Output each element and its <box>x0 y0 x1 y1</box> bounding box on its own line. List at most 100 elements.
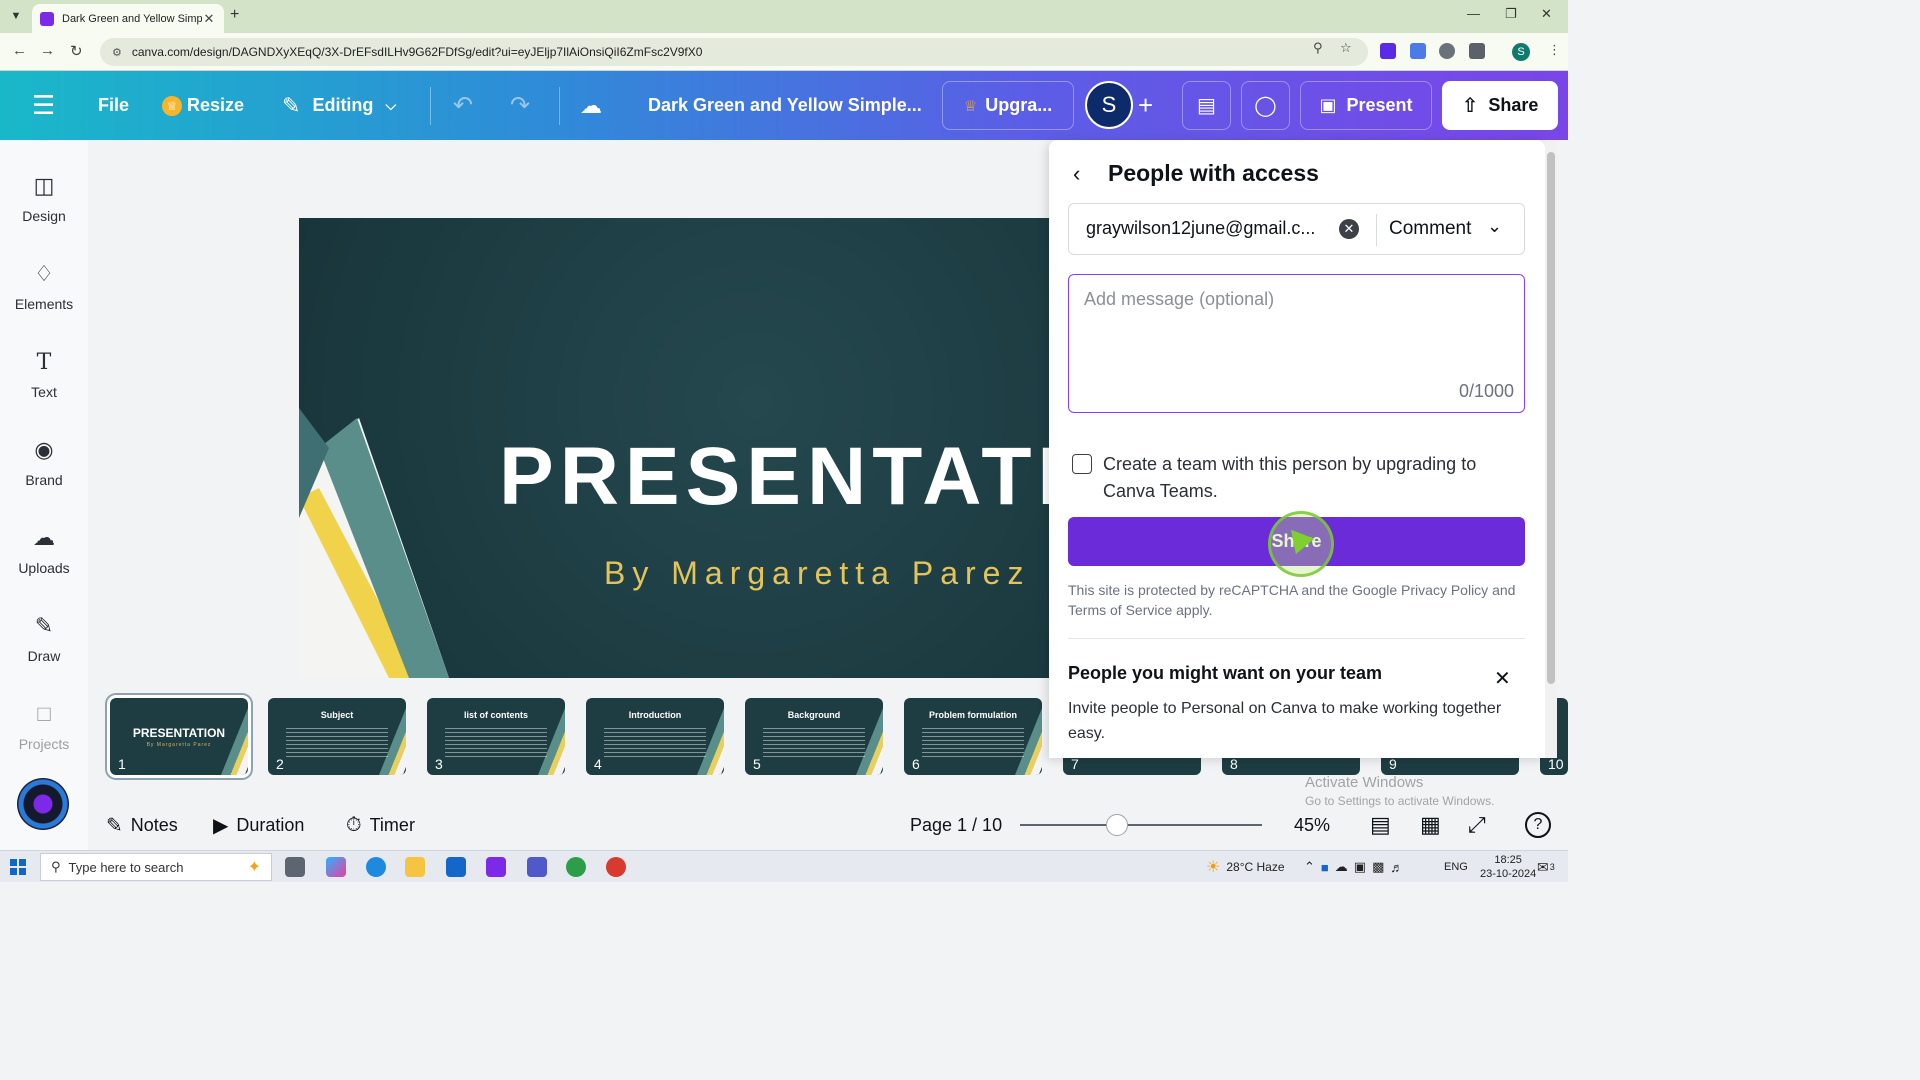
new-tab-icon[interactable]: + <box>230 6 239 24</box>
bookmark-star-icon[interactable]: ☆ <box>1340 40 1352 56</box>
sidebar-item-uploads[interactable]: ☁ Uploads <box>0 516 88 596</box>
page-indicator[interactable]: Page 1 / 10 <box>910 800 1002 850</box>
editing-label: Editing <box>312 95 374 115</box>
clear-email-icon[interactable]: ✕ <box>1339 219 1359 239</box>
editing-mode-dropdown[interactable]: ✎ Editing ⌵ <box>282 71 396 140</box>
zoom-slider-track[interactable] <box>1020 824 1262 826</box>
user-avatar[interactable]: S <box>1085 81 1133 129</box>
close-window-icon[interactable]: ✕ <box>1541 6 1552 22</box>
role-select[interactable]: Comment <box>1389 218 1471 240</box>
notification-center-icon[interactable]: ✉ 3 <box>1537 851 1555 883</box>
taskbar-clock[interactable]: 18:25 23-10-2024 <box>1480 853 1536 881</box>
sidebar-item-text[interactable]: T Text <box>0 340 88 420</box>
thumbnail-title: Subject <box>320 710 354 720</box>
thumbnail-page-1[interactable]: PRESENTATION By Margaretta Parez 1 <box>107 695 251 778</box>
forward-icon[interactable]: → <box>40 42 55 59</box>
timer-button[interactable]: ⏱ Timer <box>346 800 415 850</box>
back-icon[interactable]: ← <box>12 42 27 59</box>
share-button[interactable]: ⇧ Share <box>1442 81 1558 130</box>
notes-button[interactable]: ✎ Notes <box>106 800 178 850</box>
system-tray[interactable]: ⌃ ■ ☁ ▣ ▩ ♬ <box>1304 851 1403 883</box>
duration-button[interactable]: ▶ Duration <box>213 800 304 850</box>
redo-icon[interactable]: ↷ <box>510 71 530 140</box>
windows-taskbar: ⚲ Type here to search ✦ ☀ 28°C Haze ⌃ ■ … <box>0 850 1568 882</box>
app-icon[interactable] <box>486 857 506 877</box>
elements-icon: ♢ <box>34 261 54 286</box>
extensions-puzzle-icon[interactable] <box>1469 43 1485 59</box>
copilot-icon[interactable] <box>326 857 346 877</box>
cloud-saved-icon[interactable]: ☁ <box>580 71 602 140</box>
reload-icon[interactable]: ↻ <box>70 42 83 60</box>
duration-icon: ▶ <box>213 814 229 837</box>
sidebar-item-draw[interactable]: ✎ Draw <box>0 604 88 684</box>
canva-assistant-icon[interactable] <box>17 778 69 830</box>
sidebar-item-brand[interactable]: ◉ Brand <box>0 428 88 508</box>
file-explorer-icon[interactable] <box>405 857 425 877</box>
slide-title[interactable]: PRESENTATIO <box>499 430 1059 524</box>
file-menu[interactable]: File <box>98 71 129 140</box>
resize-button[interactable]: ♕ Resize <box>162 71 244 140</box>
minimize-icon[interactable]: — <box>1467 6 1480 21</box>
extension-icon[interactable] <box>1439 43 1455 59</box>
character-counter: 0/1000 <box>1458 381 1514 401</box>
sidebar-item-projects[interactable]: □ Projects <box>0 692 88 772</box>
tab-search-icon[interactable]: ▼ <box>6 6 26 26</box>
undo-icon[interactable]: ↶ <box>453 71 473 140</box>
chrome-icon[interactable] <box>566 857 586 877</box>
zoom-slider-handle[interactable] <box>1105 814 1128 836</box>
site-info-icon[interactable]: ⚙ <box>112 46 122 59</box>
windows-start-icon[interactable] <box>10 859 26 875</box>
back-arrow-icon[interactable]: ‹ <box>1073 158 1093 190</box>
bar-chart-icon: ▤ <box>1197 95 1216 117</box>
hamburger-menu-icon[interactable]: ☰ <box>32 71 55 140</box>
create-team-checkbox[interactable] <box>1072 454 1092 474</box>
comments-button[interactable]: ◯ <box>1241 81 1290 130</box>
sidebar-item-label: Text <box>31 384 57 400</box>
thumbnail-page-6[interactable]: Problem formulation 6 <box>904 698 1042 775</box>
insights-button[interactable]: ▤ <box>1182 81 1231 130</box>
message-input[interactable] <box>1069 275 1524 375</box>
suggestions-title: People you might want on your team <box>1068 663 1383 683</box>
restore-icon[interactable]: ❐ <box>1505 6 1517 22</box>
draw-icon: ✎ <box>34 613 54 638</box>
chevron-down-icon[interactable]: ⌄ <box>1487 216 1502 237</box>
add-collaborator-icon[interactable]: + <box>1138 71 1153 140</box>
help-button[interactable]: ? <box>1525 800 1551 850</box>
extension-icon[interactable] <box>1380 43 1396 59</box>
language-indicator[interactable]: ENG <box>1444 851 1468 883</box>
panel-scrollbar[interactable] <box>1545 140 1557 758</box>
tab-close-icon[interactable]: ✕ <box>202 11 216 27</box>
share-label: Share <box>1488 95 1539 115</box>
thumbnail-page-4[interactable]: Introduction 4 <box>586 698 724 775</box>
activate-windows-watermark: Activate Windows Go to Settings to activ… <box>1305 774 1494 808</box>
thumbnail-page-5[interactable]: Background 5 <box>745 698 883 775</box>
sidebar-item-elements[interactable]: ♢ Elements <box>0 252 88 332</box>
browser-profile-avatar[interactable]: S <box>1512 43 1530 61</box>
upgrade-button[interactable]: ♕ Upgra... <box>942 81 1074 130</box>
slide-subtitle[interactable]: By Margaretta Parez <box>604 555 1030 592</box>
browser-tab[interactable]: Dark Green and Yellow Simple I ✕ <box>32 4 224 33</box>
document-title[interactable]: Dark Green and Yellow Simple... <box>648 71 922 140</box>
present-button[interactable]: ▣ Present <box>1300 81 1432 130</box>
weather-widget[interactable]: ☀ 28°C Haze <box>1206 851 1285 883</box>
chrome-active-icon[interactable] <box>606 857 626 877</box>
zoom-icon[interactable]: ⚲ <box>1313 40 1323 56</box>
taskbar-search-box[interactable]: ⚲ Type here to search ✦ <box>40 853 272 881</box>
mail-icon[interactable] <box>446 857 466 877</box>
copilot-sparkle-icon: ✦ <box>247 859 261 876</box>
extension-icon[interactable] <box>1410 43 1426 59</box>
thumbnail-number: 8 <box>1230 756 1238 772</box>
teams-icon[interactable] <box>527 857 547 877</box>
invitee-email[interactable]: graywilson12june@gmail.c... <box>1086 218 1332 239</box>
url-omnibox[interactable]: ⚙ canva.com/design/DAGNDXyXEqQ/3X-DrEFsd… <box>100 38 1368 66</box>
sidebar-item-design[interactable]: ◫ Design <box>0 164 88 244</box>
task-view-icon[interactable] <box>285 857 305 877</box>
close-icon[interactable]: ✕ <box>1494 666 1511 691</box>
slide-canvas[interactable]: PRESENTATIO By Margaretta Parez <box>299 218 1059 678</box>
send-share-button[interactable]: Share <box>1068 517 1525 566</box>
thumbnail-page-2[interactable]: Subject 2 <box>268 698 406 775</box>
scrollbar-thumb[interactable] <box>1547 152 1555 684</box>
thumbnail-page-3[interactable]: list of contents 3 <box>427 698 565 775</box>
browser-menu-icon[interactable]: ⋮ <box>1548 42 1561 58</box>
edge-icon[interactable] <box>366 857 386 877</box>
